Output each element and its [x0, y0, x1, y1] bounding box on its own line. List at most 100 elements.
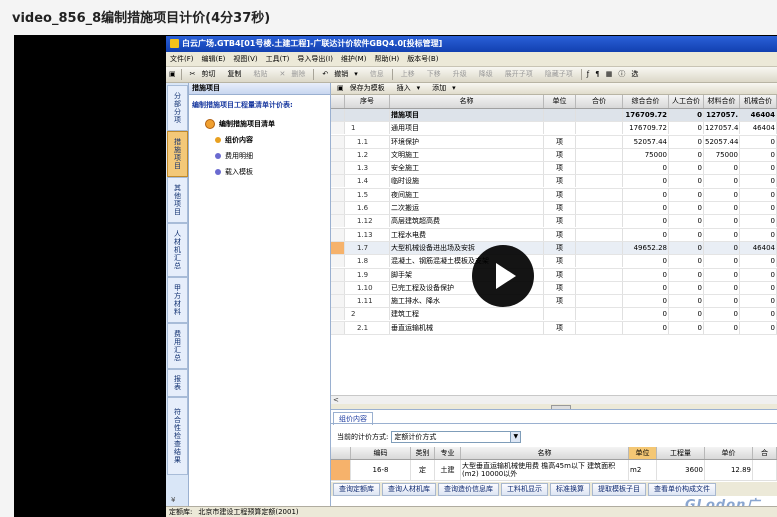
col-header-code[interactable]: 序号	[345, 95, 390, 108]
grid-row[interactable]: 1.4 临时设施项 0 0 0 0	[331, 175, 777, 189]
grid-row[interactable]: 1.3 安全施工项 0 0 0 0	[331, 162, 777, 176]
cell-total[interactable]: 0	[623, 188, 669, 201]
cell-code[interactable]: 2	[345, 308, 390, 321]
cell-machine[interactable]: 0	[740, 281, 777, 294]
grid-row[interactable]: 1.13 工程水电费项 0 0 0 0	[331, 228, 777, 242]
cell-machine[interactable]: 0	[740, 295, 777, 308]
row-marker[interactable]	[331, 202, 345, 215]
tree-item-load-template[interactable]: 载入模板	[215, 167, 253, 177]
cell-code[interactable]: 2.1	[345, 321, 390, 334]
query-price-info-button[interactable]: 查询造价信息库	[438, 483, 499, 496]
cell-unit[interactable]: 项	[544, 321, 576, 334]
cell-machine[interactable]: 0	[740, 321, 777, 334]
row-marker[interactable]	[331, 188, 345, 201]
quota-major[interactable]: 土建	[435, 460, 461, 480]
cell-unit[interactable]: 项	[544, 241, 576, 254]
col-header-unit[interactable]: 单位	[544, 95, 576, 108]
nav-tab-labor-material[interactable]: 人材机汇总	[167, 223, 188, 277]
cell-labor[interactable]: 0	[669, 175, 704, 188]
cell-name[interactable]: 环境保护	[390, 135, 544, 148]
cell-material[interactable]: 0	[704, 175, 740, 188]
cell-labor[interactable]: 0	[669, 268, 704, 281]
col-header-major[interactable]: 专业	[435, 447, 461, 459]
menu-maintain[interactable]: 维护(M)	[337, 52, 371, 66]
upgrade-button[interactable]: 升级	[447, 67, 473, 82]
col-header-price[interactable]: 单价	[705, 447, 753, 459]
cell-labor[interactable]: 0	[669, 188, 704, 201]
menu-view[interactable]: 视图(V)	[229, 52, 261, 66]
quota-total[interactable]	[753, 460, 777, 480]
cell-labor[interactable]: 0	[669, 295, 704, 308]
pricing-method-select[interactable]: 定额计价方式 ▼	[391, 431, 522, 443]
cell-unit[interactable]	[544, 122, 576, 135]
menu-import-export[interactable]: 导入导出(I)	[293, 52, 337, 66]
cell-labor[interactable]: 0	[669, 162, 704, 175]
cell-name[interactable]: 二次搬运	[390, 202, 544, 215]
info-button[interactable]: 信息	[364, 67, 390, 82]
window-titlebar[interactable]: 白云广场.GTB4[01号楼.土建工程]-广联达计价软件GBQ4.0[投标管理]	[166, 36, 777, 52]
tree-item-fee-detail[interactable]: 费用明细	[215, 151, 253, 161]
col-header-type[interactable]: 类别	[411, 447, 435, 459]
cell-code[interactable]: 1.2	[345, 148, 390, 161]
row-marker[interactable]	[331, 241, 345, 254]
chevron-left-icon[interactable]: <	[333, 396, 339, 404]
cell-unit[interactable]: 项	[544, 135, 576, 148]
grid-row[interactable]: 1.7 大型机械设备进出场及安拆项 49652.28 0 0 46404	[331, 241, 777, 256]
cell-price[interactable]	[576, 202, 623, 215]
format-icon[interactable]: ƒ	[584, 67, 592, 82]
cell-price[interactable]	[576, 295, 623, 308]
nav-tab-other[interactable]: 其他项目	[167, 177, 188, 223]
cell-code[interactable]: 1.7	[345, 241, 390, 254]
cell-machine[interactable]: 0	[740, 268, 777, 281]
row-marker[interactable]	[331, 135, 345, 148]
horizontal-scrollbar[interactable]: <	[331, 395, 777, 404]
cell-labor[interactable]: 0	[669, 122, 704, 135]
cell-machine[interactable]: 46404	[740, 241, 777, 254]
cell-total[interactable]: 52057.44	[623, 135, 669, 148]
cell-machine[interactable]: 0	[740, 215, 777, 228]
move-down-button[interactable]: 下移	[421, 67, 447, 82]
cell-labor[interactable]: 0	[669, 148, 704, 161]
tree-item-pricing[interactable]: 组价内容	[215, 135, 253, 145]
cell-price[interactable]	[576, 188, 623, 201]
row-marker[interactable]	[331, 295, 345, 308]
cell-price[interactable]	[576, 175, 623, 188]
add-button[interactable]: 添加 ▾	[426, 83, 462, 94]
cell-total[interactable]: 0	[623, 228, 669, 241]
info-icon[interactable]: ⓘ	[615, 67, 628, 82]
play-button[interactable]	[472, 245, 534, 307]
cell-total[interactable]: 0	[623, 281, 669, 294]
quota-unit[interactable]: m2	[629, 460, 657, 480]
row-marker[interactable]	[331, 308, 345, 321]
col-header-name[interactable]: 名称	[390, 95, 544, 108]
cell-code[interactable]: 1.6	[345, 202, 390, 215]
cell-name[interactable]: 高层建筑超高费	[390, 215, 544, 228]
menu-help[interactable]: 帮助(H)	[370, 52, 403, 66]
col-header-qty[interactable]: 工程量	[657, 447, 705, 459]
cell-material[interactable]: 0	[704, 188, 740, 201]
cell-unit[interactable]: 项	[544, 281, 576, 294]
cell-unit[interactable]: 项	[544, 295, 576, 308]
grid-row[interactable]: 1.12 高层建筑超高费项 0 0 0 0	[331, 215, 777, 229]
cell-total[interactable]: 49652.28	[623, 241, 669, 254]
cell-code[interactable]: 1.9	[345, 268, 390, 281]
cell-unit[interactable]: 项	[544, 268, 576, 281]
cell-machine[interactable]: 0	[740, 188, 777, 201]
grid-row[interactable]: 1.9 脚手架项 0 0 0 0	[331, 268, 777, 282]
grid-row[interactable]: 1.10 已完工程及设备保护项 0 0 0 0	[331, 281, 777, 296]
show-resource-button[interactable]: 工料机显示	[501, 483, 548, 496]
cell-labor[interactable]: 0	[669, 215, 704, 228]
cell-code[interactable]: 1.13	[345, 228, 390, 241]
cell-name[interactable]: 建筑工程	[390, 308, 544, 321]
menu-tools[interactable]: 工具(T)	[262, 52, 294, 66]
cell-price[interactable]	[576, 308, 623, 321]
cell-machine[interactable]: 0	[740, 148, 777, 161]
cell-material[interactable]: 0	[704, 202, 740, 215]
cell-total[interactable]: 0	[623, 321, 669, 334]
copy-button[interactable]: 复制	[222, 67, 248, 82]
cell-price[interactable]	[576, 255, 623, 268]
cell-total[interactable]: 75000	[623, 148, 669, 161]
grid-icon[interactable]: ▦	[603, 67, 616, 82]
cell-material[interactable]: 0	[704, 268, 740, 281]
query-resource-button[interactable]: 查询人材机库	[382, 483, 436, 496]
